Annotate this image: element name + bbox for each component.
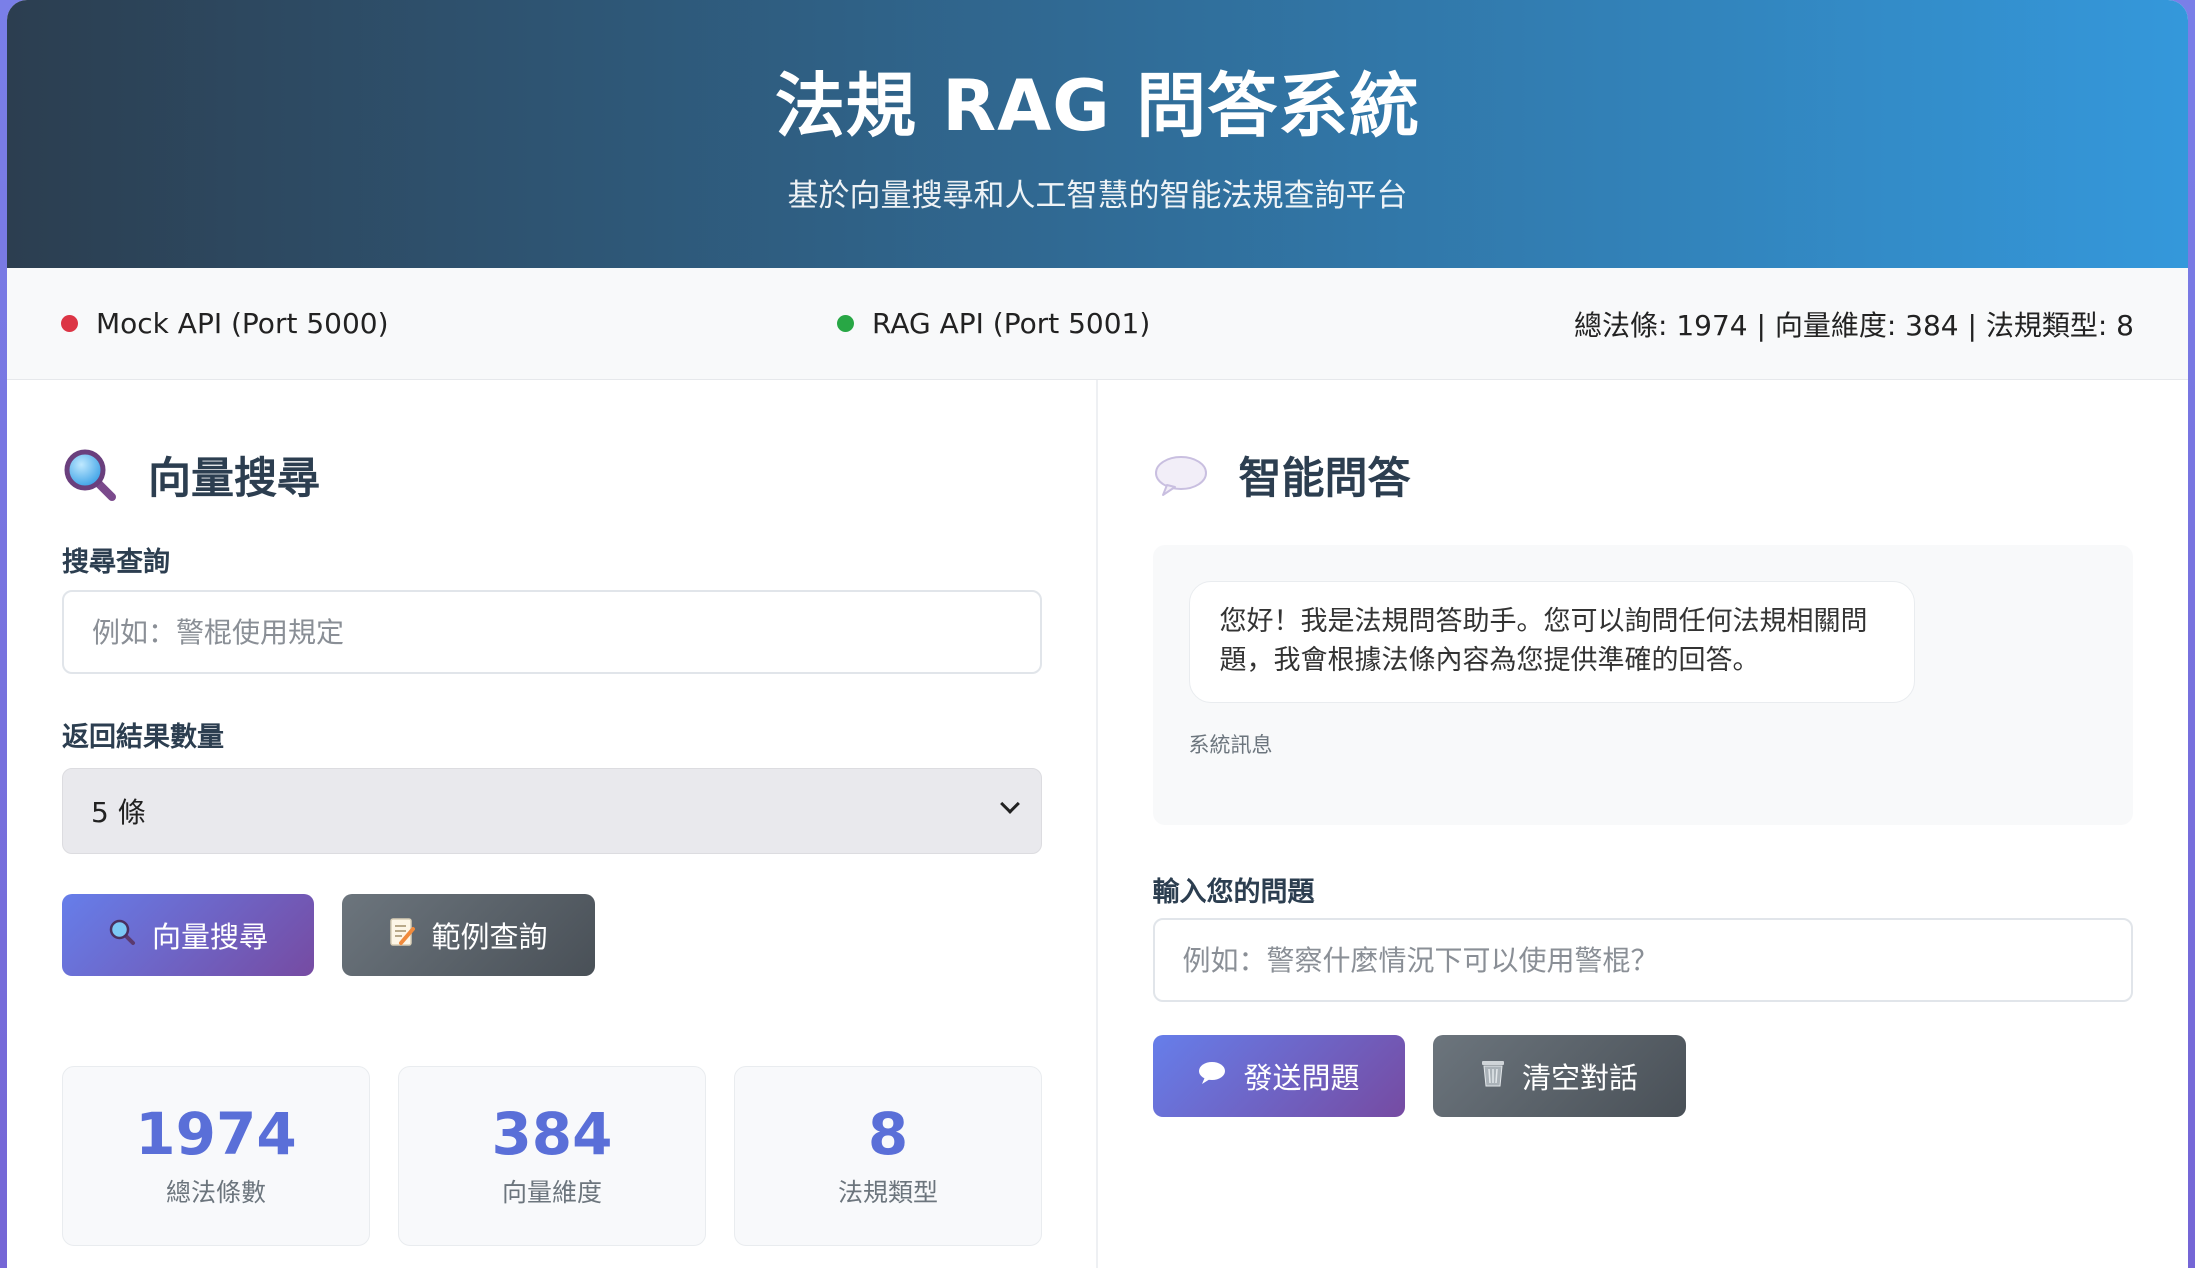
qa-panel: 智能問答 您好！我是法規問答助手。您可以詢問任何法規相關問題，我會根據法條內容為… [1098, 380, 2189, 1268]
page-subtitle: 基於向量搜尋和人工智慧的智能法規查詢平台 [787, 178, 1408, 214]
speech-bubble-icon [1153, 447, 1209, 503]
example-query-button-label: 範例查詢 [431, 920, 548, 954]
result-count-select[interactable]: 5 條 [62, 768, 1042, 854]
vector-search-panel: 向量搜尋 搜尋查詢 返回結果數量 5 條 向量搜尋 [7, 380, 1098, 1268]
send-question-button-label: 發送問題 [1243, 1061, 1360, 1095]
example-query-button[interactable]: 範例查詢 [342, 894, 595, 976]
system-stats-summary: 總法條: 1974 | 向量維度: 384 | 法規類型: 8 [1574, 308, 2134, 342]
mock-api-label: Mock API (Port 5000) [96, 307, 389, 340]
status-dot-online-icon [837, 315, 854, 332]
rag-api-label: RAG API (Port 5001) [872, 307, 1151, 340]
qa-title: 智能問答 [1238, 454, 1411, 504]
vector-search-button[interactable]: 向量搜尋 [62, 894, 314, 976]
qa-header: 智能問答 [1153, 440, 2134, 510]
stat-card-total-articles: 1974 總法條數 [62, 1066, 370, 1246]
chat-history: 您好！我是法規問答助手。您可以詢問任何法規相關問題，我會根據法條內容為您提供準確… [1152, 545, 2133, 825]
stat-value: 8 [867, 1100, 909, 1168]
question-label: 輸入您的問題 [1152, 877, 1315, 908]
vector-search-button-label: 向量搜尋 [151, 920, 268, 954]
clear-chat-button[interactable]: 清空對話 [1432, 1035, 1686, 1117]
stat-caption: 向量維度 [501, 1178, 602, 1207]
stat-card-regulation-types: 8 法規類型 [734, 1066, 1042, 1246]
rag-api-status: RAG API (Port 5001) [837, 307, 1150, 340]
chevron-down-icon [1000, 794, 1020, 814]
message-meta: 系統訊息 [1188, 733, 1273, 757]
memo-icon [389, 917, 416, 954]
magnifier-icon [108, 918, 136, 953]
vector-search-header: 向量搜尋 [62, 440, 1041, 510]
vector-search-title: 向量搜尋 [148, 454, 320, 504]
status-dot-offline-icon [61, 315, 78, 332]
stat-caption: 法規類型 [837, 1178, 938, 1207]
page-title: 法規 RAG 問答系統 [774, 65, 1421, 147]
stat-caption: 總法條數 [165, 1178, 266, 1207]
result-count-label: 返回結果數量 [62, 722, 224, 753]
question-input[interactable] [1152, 918, 2133, 1002]
stat-value: 1974 [135, 1100, 297, 1168]
page-header: 法規 RAG 問答系統 基於向量搜尋和人工智慧的智能法規查詢平台 [7, 0, 2188, 268]
stat-value: 384 [491, 1100, 613, 1168]
search-query-input[interactable] [62, 590, 1042, 674]
mock-api-status: Mock API (Port 5000) [61, 307, 389, 340]
app-window: 法規 RAG 問答系統 基於向量搜尋和人工智慧的智能法規查詢平台 Mock AP… [7, 0, 2188, 1268]
stat-card-vector-dimension: 384 向量維度 [398, 1066, 706, 1246]
result-count-value: 5 條 [91, 796, 146, 829]
magnifier-icon [62, 447, 118, 503]
wastebasket-icon [1480, 1058, 1506, 1095]
query-label: 搜尋查詢 [62, 547, 170, 578]
main-content: 向量搜尋 搜尋查詢 返回結果數量 5 條 向量搜尋 [7, 380, 2188, 1268]
speech-bubble-icon [1197, 1059, 1227, 1093]
status-bar: Mock API (Port 5000) RAG API (Port 5001)… [7, 268, 2188, 380]
send-question-button[interactable]: 發送問題 [1152, 1035, 1405, 1117]
system-message-bubble: 您好！我是法規問答助手。您可以詢問任何法規相關問題，我會根據法條內容為您提供準確… [1188, 581, 1915, 703]
clear-chat-button-label: 清空對話 [1521, 1061, 1638, 1095]
